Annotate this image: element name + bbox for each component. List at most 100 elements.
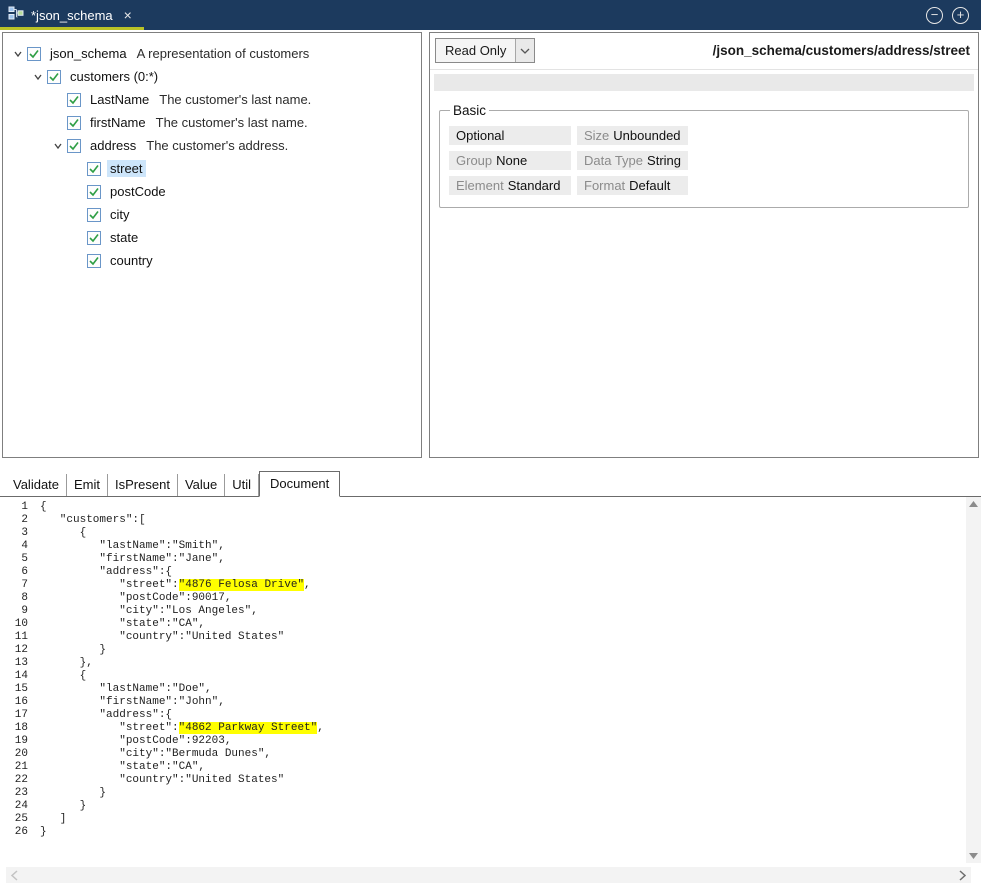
tree-item-country[interactable]: country xyxy=(3,249,421,272)
line-number: 15 xyxy=(0,683,28,696)
property-label: Data Type xyxy=(584,153,643,168)
line-number: 22 xyxy=(0,774,28,787)
line-number: 2 xyxy=(0,514,28,527)
code-text: "street": xyxy=(40,579,179,591)
chevron-down-icon[interactable] xyxy=(49,141,66,151)
document-editor: 1234567891011121314151617181920212223242… xyxy=(0,497,981,863)
tab-emit[interactable]: Emit xyxy=(67,474,108,496)
chevron-down-icon[interactable] xyxy=(515,39,534,62)
node-label[interactable]: customers (0:*) xyxy=(67,68,161,85)
code-line: "lastName":"Doe", xyxy=(40,683,966,696)
node-label[interactable]: address xyxy=(87,137,139,154)
code-line: "firstName":"Jane", xyxy=(40,553,966,566)
tab-validate[interactable]: Validate xyxy=(6,474,67,496)
tree-item-city[interactable]: city xyxy=(3,203,421,226)
element-checkbox-icon xyxy=(67,116,82,130)
code-line: "country":"United States" xyxy=(40,774,966,787)
code-text: "country":"United States" xyxy=(40,631,284,643)
code-text: ] xyxy=(40,813,66,825)
property-value: String xyxy=(647,153,681,168)
chevron-down-icon[interactable] xyxy=(29,72,46,82)
code-text: "postCode":92203, xyxy=(40,735,231,747)
node-label[interactable]: firstName xyxy=(87,114,149,131)
code-text: "lastName":"Doe", xyxy=(40,683,212,695)
titlebar-controls: − + xyxy=(926,0,981,30)
element-checkbox-icon xyxy=(67,93,82,107)
code-text: "address":{ xyxy=(40,709,172,721)
main-split: json_schemaA representation of customers… xyxy=(0,30,981,460)
code-line: "postCode":90017, xyxy=(40,592,966,605)
scroll-down-icon[interactable] xyxy=(969,853,978,859)
property-label: Size xyxy=(584,128,609,143)
node-label[interactable]: street xyxy=(107,160,146,177)
code-text: , xyxy=(317,722,324,734)
node-label[interactable]: country xyxy=(107,252,156,269)
node-label[interactable]: city xyxy=(107,206,133,223)
tree-item-customers-0[interactable]: customers (0:*) xyxy=(3,65,421,88)
properties-panel: Read Only /json_schema/customers/address… xyxy=(429,32,979,458)
tab-title: *json_schema xyxy=(31,8,113,23)
code-text: "city":"Bermuda Dunes", xyxy=(40,748,271,760)
code-line: "address":{ xyxy=(40,566,966,579)
code-text: } xyxy=(40,826,47,838)
scroll-right-icon[interactable] xyxy=(959,870,966,881)
tree-item-state[interactable]: state xyxy=(3,226,421,249)
tab-close-icon[interactable]: × xyxy=(124,7,132,23)
circle-plus-icon[interactable]: + xyxy=(952,7,969,24)
read-only-dropdown[interactable]: Read Only xyxy=(435,38,535,63)
schema-tree: json_schemaA representation of customers… xyxy=(3,42,421,272)
element-checkbox-icon xyxy=(87,254,102,268)
property-value: None xyxy=(496,153,527,168)
property-format: FormatDefault xyxy=(577,176,688,195)
code-editor-area[interactable]: { "customers":[ { "lastName":"Smith", "f… xyxy=(34,497,966,863)
code-text: "state":"CA", xyxy=(40,761,205,773)
node-label[interactable]: state xyxy=(107,229,141,246)
tree-item-address[interactable]: addressThe customer's address. xyxy=(3,134,421,157)
line-number: 25 xyxy=(0,813,28,826)
code-text: "address":{ xyxy=(40,566,172,578)
line-number: 3 xyxy=(0,527,28,540)
code-line: "city":"Los Angeles", xyxy=(40,605,966,618)
tab-util[interactable]: Util xyxy=(225,474,259,496)
code-line: "customers":[ xyxy=(40,514,966,527)
tree-item-lastname[interactable]: LastNameThe customer's last name. xyxy=(3,88,421,111)
code-text: { xyxy=(40,501,47,513)
scroll-left-icon[interactable] xyxy=(11,870,18,881)
property-label: Format xyxy=(584,178,625,193)
code-text: "customers":[ xyxy=(40,514,146,526)
properties-grid: OptionalSizeUnboundedGroupNoneData TypeS… xyxy=(449,126,959,195)
properties-toolbar-strip xyxy=(434,74,974,91)
tab-ispresent[interactable]: IsPresent xyxy=(108,474,178,496)
scroll-up-icon[interactable] xyxy=(969,501,978,507)
element-checkbox-icon xyxy=(87,208,102,222)
document-tab-json-schema[interactable]: *json_schema × xyxy=(0,0,144,30)
horizontal-scrollbar[interactable] xyxy=(6,867,971,883)
tree-item-postcode[interactable]: postCode xyxy=(3,180,421,203)
circle-minus-icon[interactable]: − xyxy=(926,7,943,24)
node-label[interactable]: postCode xyxy=(107,183,169,200)
tree-item-street[interactable]: street xyxy=(3,157,421,180)
code-text: "lastName":"Smith", xyxy=(40,540,225,552)
code-text: "country":"United States" xyxy=(40,774,284,786)
highlighted-text: "4862 Parkway Street" xyxy=(179,722,318,734)
node-label[interactable]: LastName xyxy=(87,91,152,108)
code-line: "lastName":"Smith", xyxy=(40,540,966,553)
tab-value[interactable]: Value xyxy=(178,474,225,496)
vertical-scrollbar[interactable] xyxy=(966,497,981,863)
tree-item-firstname[interactable]: firstNameThe customer's last name. xyxy=(3,111,421,134)
chevron-down-icon[interactable] xyxy=(9,49,26,59)
node-label[interactable]: json_schema xyxy=(47,45,130,62)
line-number: 8 xyxy=(0,592,28,605)
basic-group-title: Basic xyxy=(450,103,489,118)
tree-item-json-schema[interactable]: json_schemaA representation of customers xyxy=(3,42,421,65)
code-text: "state":"CA", xyxy=(40,618,205,630)
code-line: { xyxy=(40,501,966,514)
line-number: 4 xyxy=(0,540,28,553)
highlighted-text: "4876 Felosa Drive" xyxy=(179,579,304,591)
tab-document[interactable]: Document xyxy=(259,471,340,497)
code-line: "street":"4876 Felosa Drive", xyxy=(40,579,966,592)
line-number: 19 xyxy=(0,735,28,748)
line-number: 9 xyxy=(0,605,28,618)
code-line: "country":"United States" xyxy=(40,631,966,644)
line-number: 10 xyxy=(0,618,28,631)
